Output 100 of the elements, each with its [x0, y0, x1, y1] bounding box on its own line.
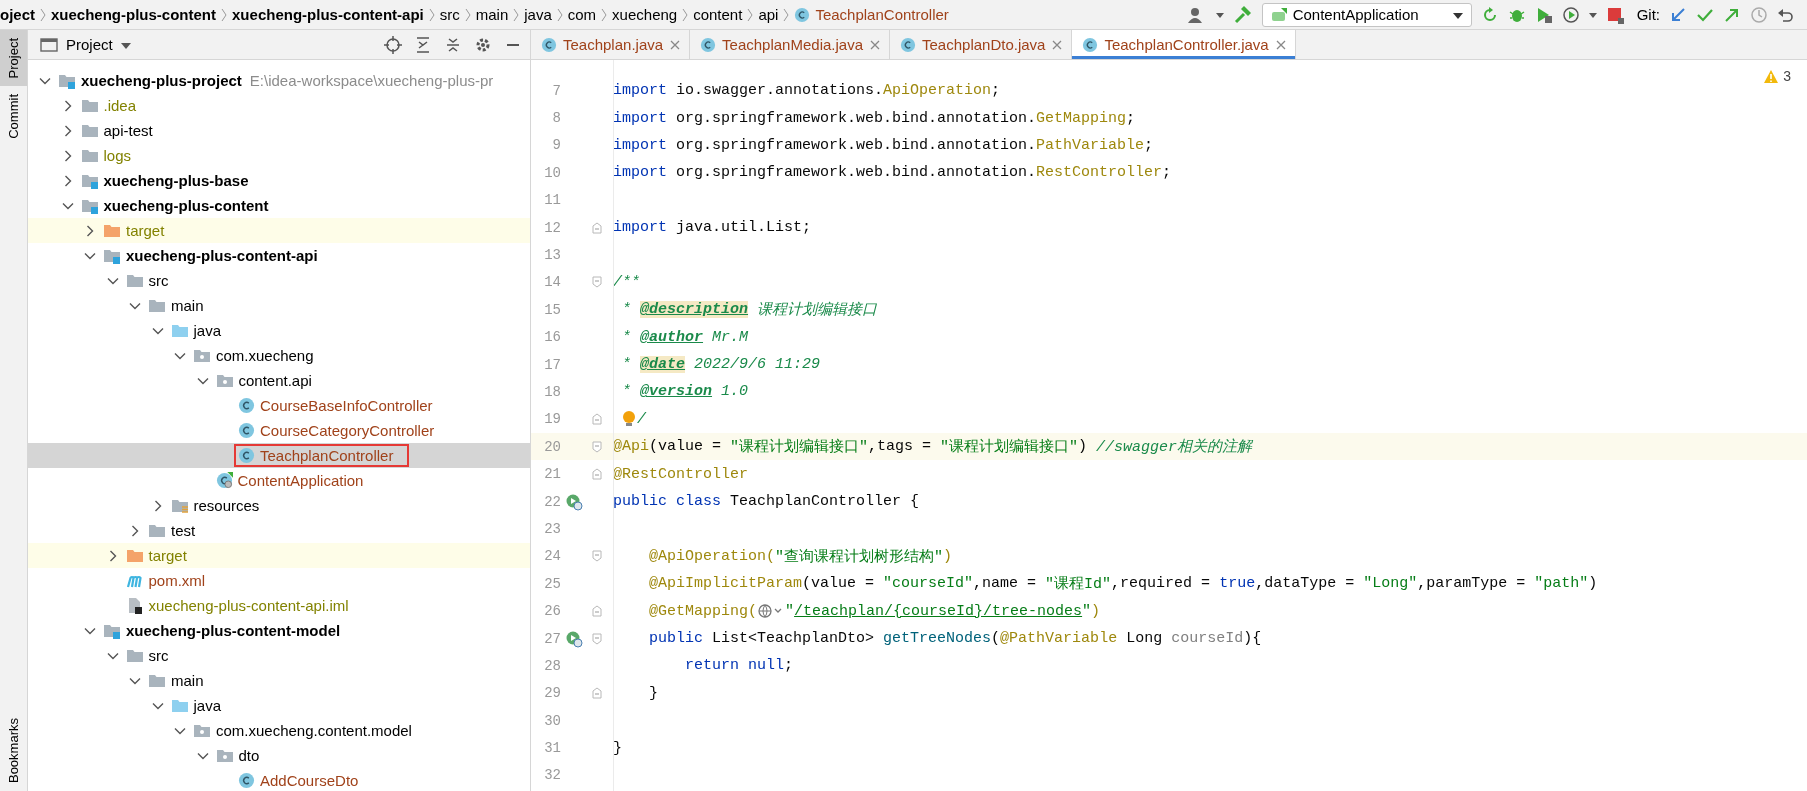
- tree-item[interactable]: com.xuecheng.content.model: [189, 719, 428, 742]
- tree-item[interactable]: .idea: [76, 94, 153, 117]
- package-icon: [215, 372, 234, 389]
- tree-item[interactable]: pom.xml: [121, 569, 222, 592]
- line-number: 13: [543, 247, 561, 264]
- breadcrumb[interactable]: main: [475, 6, 509, 23]
- module-folder-icon: [80, 197, 99, 214]
- breadcrumb[interactable]: xuecheng-plus-content: [51, 6, 217, 23]
- line-number: 19: [543, 411, 561, 428]
- module-folder-icon: [103, 247, 121, 264]
- code-line: import io.swagger.annotations.ApiOperation;: [612, 82, 1001, 100]
- locate-icon[interactable]: [384, 35, 402, 54]
- editor-tab[interactable]: TeachplanController.java: [1072, 30, 1296, 59]
- tree-item[interactable]: src: [121, 269, 185, 292]
- tree-item[interactable]: logs: [76, 144, 148, 167]
- breadcrumb[interactable]: xuecheng: [612, 6, 678, 23]
- tree-item[interactable]: target: [121, 544, 203, 567]
- tree-item[interactable]: xuecheng-plus-content-model: [99, 619, 357, 642]
- tool-window-button[interactable]: Project: [0, 30, 27, 87]
- line-number: 10: [543, 164, 561, 181]
- run-configuration-dropdown[interactable]: ContentApplication: [1261, 2, 1472, 27]
- breadcrumb[interactable]: TeachplanController: [794, 6, 949, 23]
- resources-folder-icon: [170, 497, 189, 514]
- breadcrumb-separator-icon: [782, 6, 791, 23]
- caret-icon[interactable]: [1588, 10, 1597, 19]
- breadcrumb[interactable]: java: [524, 6, 552, 23]
- breadcrumb[interactable]: content: [693, 6, 743, 23]
- breadcrumb[interactable]: oject: [0, 6, 35, 23]
- update-icon[interactable]: [1669, 5, 1687, 24]
- window-icon: [40, 36, 58, 53]
- tree-item[interactable]: test: [144, 519, 212, 542]
- folder-icon: [125, 547, 144, 564]
- close-icon[interactable]: [1274, 38, 1287, 51]
- collapse-all-icon[interactable]: [444, 35, 462, 54]
- tree-item[interactable]: resources: [166, 494, 276, 517]
- breadcrumb[interactable]: xuecheng-plus-content-api: [232, 6, 424, 23]
- line-number: 12: [543, 219, 561, 236]
- breadcrumb-separator-icon: [600, 6, 609, 23]
- hammer-icon[interactable]: [1232, 5, 1253, 24]
- tree-item[interactable]: xuecheng-plus-content: [76, 194, 285, 217]
- tree-item[interactable]: xuecheng-plus-content-api.iml: [121, 594, 365, 617]
- breadcrumb[interactable]: src: [439, 6, 460, 23]
- tree-item[interactable]: java: [166, 319, 238, 342]
- close-icon[interactable]: [869, 38, 881, 51]
- breadcrumb[interactable]: api: [758, 6, 779, 23]
- tree-item[interactable]: java: [166, 694, 238, 717]
- fold-marker-icon[interactable]: [592, 468, 602, 481]
- tree-item[interactable]: TeachplanController: [234, 444, 410, 467]
- module-folder-icon: [103, 622, 121, 639]
- project-view-dropdown[interactable]: Project: [40, 36, 131, 53]
- code-line: * @author Mr.M: [621, 328, 749, 346]
- tool-window-button[interactable]: Commit: [0, 86, 27, 148]
- breadcrumb[interactable]: com: [567, 6, 597, 23]
- profiler-icon[interactable]: [1561, 5, 1580, 24]
- folder-icon: [148, 672, 166, 689]
- fold-marker-icon[interactable]: [592, 550, 602, 563]
- fold-marker-icon[interactable]: [592, 221, 602, 234]
- fold-marker-icon[interactable]: [592, 632, 602, 645]
- code-line: @Api(value = "课程计划编辑接口",tags = "课程计划编辑接口") //swagger相关的注解: [612, 437, 1253, 457]
- tool-window-button[interactable]: Bookmarks: [0, 709, 27, 791]
- tree-item[interactable]: CourseBaseInfoController: [234, 394, 449, 417]
- tree-item[interactable]: api-test: [76, 119, 169, 142]
- tree-item[interactable]: com.xuecheng: [189, 344, 330, 367]
- folder-icon: [80, 122, 99, 139]
- run-icon[interactable]: [565, 492, 583, 511]
- line-number: 8: [551, 110, 561, 127]
- tree-item[interactable]: xuecheng-plus-content-api: [99, 244, 334, 267]
- fold-marker-icon[interactable]: [592, 687, 602, 700]
- breadcrumb-separator-icon: [555, 6, 564, 23]
- expand-all-icon[interactable]: [414, 35, 432, 54]
- warning-count[interactable]: 3: [1763, 68, 1791, 84]
- line-number: 9: [551, 137, 561, 154]
- close-icon[interactable]: [1051, 38, 1064, 51]
- tree-item[interactable]: content.api: [211, 369, 328, 392]
- tree-item[interactable]: main: [144, 669, 220, 692]
- tree-item[interactable]: dto: [211, 744, 276, 767]
- lightbulb-icon[interactable]: [621, 410, 637, 429]
- tree-item[interactable]: src: [121, 644, 185, 667]
- class-icon: [238, 447, 255, 464]
- tree-item[interactable]: xuecheng-plus-project E:\idea-workspace\xuecheng-plus-pr: [54, 69, 510, 92]
- close-icon[interactable]: [669, 38, 682, 51]
- editor-tab[interactable]: Teachplan.java: [531, 30, 691, 59]
- caret-icon[interactable]: [1215, 10, 1224, 19]
- fold-marker-icon[interactable]: [592, 605, 602, 618]
- tree-item[interactable]: CourseCategoryController: [234, 419, 451, 442]
- tree-item[interactable]: AddCourseDto: [234, 769, 375, 791]
- fold-marker-icon[interactable]: [592, 276, 602, 289]
- run-icon[interactable]: [565, 629, 583, 648]
- folder-icon: [170, 322, 189, 339]
- fold-marker-icon[interactable]: [592, 413, 602, 426]
- tree-item[interactable]: main: [144, 294, 220, 317]
- tree-item[interactable]: ContentApplication: [211, 469, 380, 492]
- editor-tab[interactable]: TeachplanMedia.java: [690, 30, 890, 59]
- tree-item[interactable]: target: [99, 219, 181, 242]
- line-number: 14: [543, 274, 561, 291]
- fold-marker-icon[interactable]: [592, 440, 602, 453]
- class-icon: [900, 36, 916, 53]
- tree-item[interactable]: xuecheng-plus-base: [76, 169, 265, 192]
- line-number: 17: [543, 356, 561, 373]
- stop-icon[interactable]: [1605, 5, 1624, 24]
